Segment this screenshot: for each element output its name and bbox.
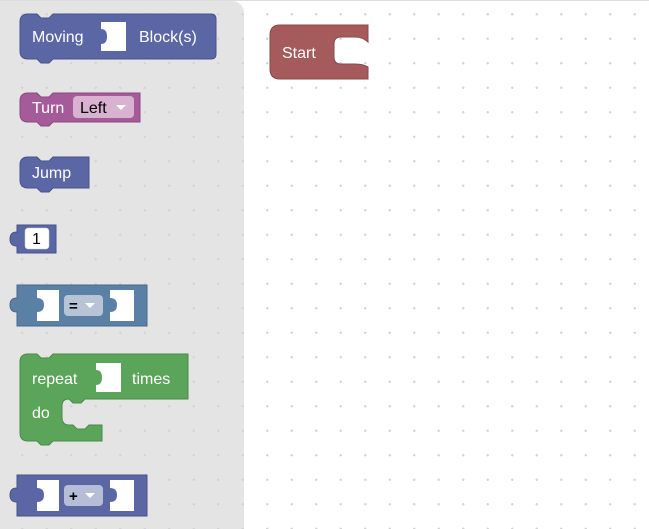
turn-direction-value: Left	[80, 100, 107, 117]
number-block[interactable]: 1	[9, 224, 57, 254]
moving-block-label-prefix: Moving	[32, 29, 84, 46]
moving-block[interactable]: Moving Block(s)	[19, 13, 217, 64]
blockly-editor: Moving Block(s) Turn Left Jump 1 = repea…	[0, 0, 649, 529]
number-value: 1	[32, 231, 41, 248]
repeat-block-label: repeat	[32, 371, 78, 388]
repeat-do-label: do	[32, 405, 50, 422]
start-block-label: Start	[282, 45, 316, 62]
block-canvas: Moving Block(s) Turn Left Jump 1 = repea…	[9, 13, 369, 517]
turn-block[interactable]: Turn Left	[19, 92, 141, 127]
start-block[interactable]: Start	[269, 24, 369, 80]
arithmetic-operator-value: +	[69, 488, 78, 505]
repeat-times-label: times	[132, 371, 170, 388]
compare-block[interactable]: =	[9, 284, 148, 327]
moving-block-label-suffix: Block(s)	[139, 29, 197, 46]
repeat-block[interactable]: repeat times do	[19, 353, 189, 446]
jump-block[interactable]: Jump	[19, 156, 90, 193]
compare-operator-value: =	[69, 298, 78, 315]
jump-block-label: Jump	[32, 165, 71, 182]
arithmetic-block[interactable]: +	[9, 474, 148, 517]
turn-block-label: Turn	[32, 100, 64, 117]
